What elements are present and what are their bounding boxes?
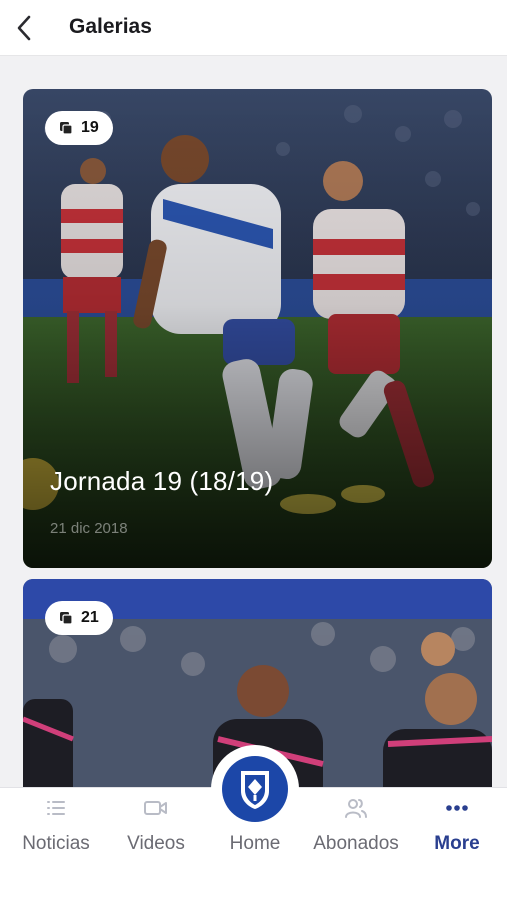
gallery-title: Jornada 19 (18/19) <box>50 466 274 496</box>
nav-label: Videos <box>127 833 185 854</box>
users-icon <box>345 799 367 818</box>
club-crest-icon <box>222 756 288 822</box>
nav-item-abonados[interactable]: Abonados <box>306 788 406 868</box>
chevron-left-icon <box>17 15 31 41</box>
video-camera-icon <box>144 801 167 815</box>
gallery-stack-icon <box>60 612 73 625</box>
nav-item-videos[interactable]: Videos <box>106 788 206 868</box>
photo-count: 21 <box>81 609 99 626</box>
home-button[interactable] <box>211 745 299 833</box>
back-button[interactable] <box>8 8 40 48</box>
nav-label: More <box>434 833 480 854</box>
nav-item-more[interactable]: More <box>407 788 507 868</box>
nav-item-noticias[interactable]: Noticias <box>6 788 106 868</box>
nav-label-home: Home <box>229 833 281 854</box>
gallery-card[interactable]: 19 Jornada 19 (18/19) 21 dic 2018 <box>23 89 492 568</box>
nav-label: Abonados <box>313 833 399 854</box>
photo-count: 19 <box>81 119 99 136</box>
nav-label: Noticias <box>22 833 90 854</box>
gallery-date: 21 dic 2018 <box>50 520 128 537</box>
photo-count-badge: 19 <box>45 111 113 145</box>
news-list-icon <box>47 801 65 815</box>
gallery-stack-icon <box>60 122 73 135</box>
page-title: Galerias <box>69 15 152 38</box>
photo-count-badge: 21 <box>45 601 113 635</box>
top-app-bar: Galerias <box>0 0 507 56</box>
more-dots-icon <box>446 805 468 811</box>
